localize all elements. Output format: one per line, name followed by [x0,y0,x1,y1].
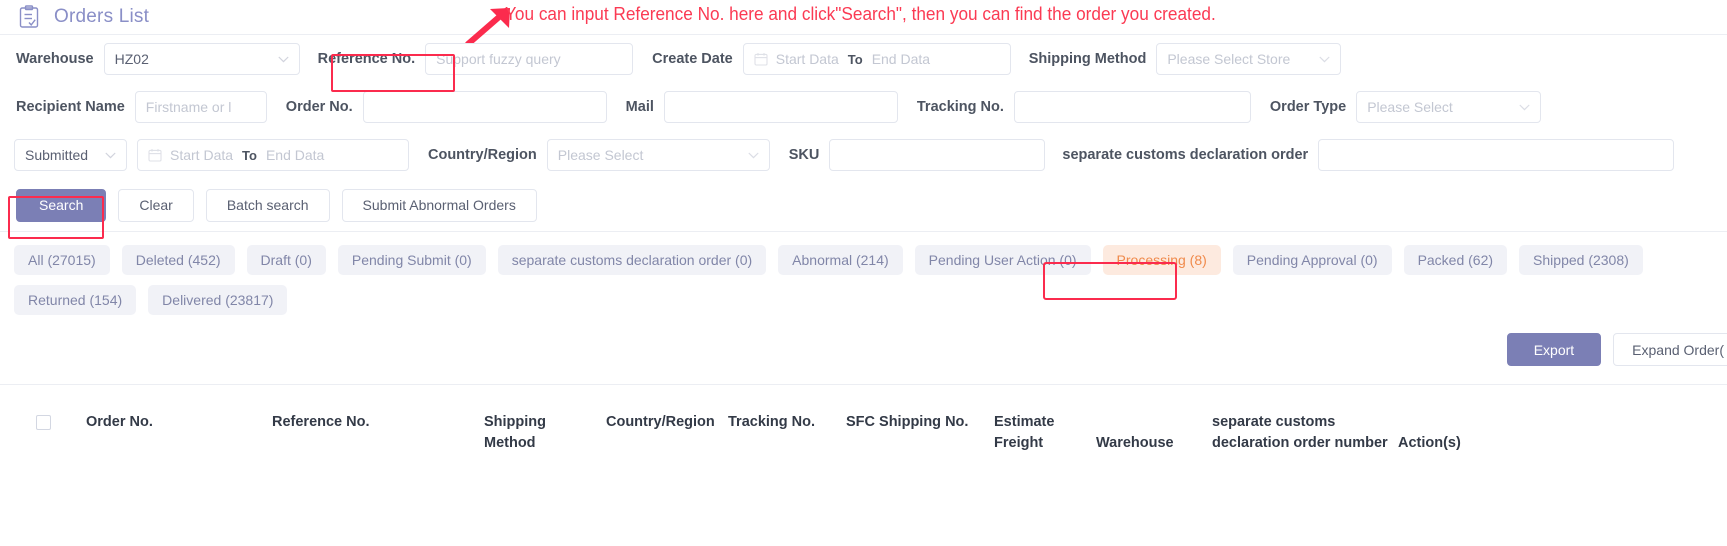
expand-orders-button[interactable]: Expand Order( [1613,333,1727,366]
status-date-range[interactable]: Start Data To End Data [137,139,409,171]
filter-panel: Warehouse HZ02 Reference No. Support fuz… [0,35,1727,231]
chevron-down-icon [105,152,116,158]
shipping-method-label: Shipping Method [1028,51,1147,67]
status-tab[interactable]: All (27015) [14,245,110,275]
status-tab[interactable]: Delivered (23817) [148,285,288,315]
order-type-select[interactable]: Please Select [1356,91,1542,123]
country-region-placeholder: Please Select [557,147,644,163]
warehouse-label: Warehouse [16,51,94,67]
status-tab[interactable]: Pending User Action (0) [914,245,1091,275]
recipient-name-input[interactable]: Firstname or l [134,91,267,123]
status-tab[interactable]: Pending Submit (0) [337,245,486,275]
column-order-no: Order No. [86,414,153,430]
status-date-to-label: To [242,147,257,163]
status-tab[interactable]: separate customs declaration order (0) [497,245,767,275]
calendar-icon [754,53,768,66]
page-title: Orders List [54,6,150,27]
select-all-checkbox[interactable] [35,415,51,430]
customs-declaration-label: separate customs declaration order [1062,147,1309,163]
create-date-to-label: To [847,51,863,67]
reference-no-placeholder: Support fuzzy query [436,51,561,67]
country-region-select[interactable]: Please Select [546,139,770,171]
clipboard-list-icon [18,5,40,29]
filter-row-2: Recipient Name Firstname or l Order No. … [14,83,1713,131]
table-actions: Export Expand Order( [0,323,1727,366]
search-button[interactable]: Search [16,188,107,222]
clear-button[interactable]: Clear [118,188,194,222]
chevron-down-icon [748,152,759,158]
warehouse-select[interactable]: HZ02 [103,43,300,75]
status-date-start-placeholder: Start Data [170,147,234,163]
status-tab[interactable]: Shipped (2308) [1519,245,1643,275]
annotation-text: You can input Reference No. here and cli… [505,3,1216,24]
export-button[interactable]: Export [1506,333,1602,366]
create-date-range[interactable]: Start Data To End Data [742,43,1011,75]
orders-list-page: Orders List You can input Reference No. … [0,0,1727,546]
reference-no-input[interactable]: Support fuzzy query [425,43,634,75]
status-tab[interactable]: Packed (62) [1403,245,1508,275]
sku-label: SKU [788,147,820,163]
create-date-end-placeholder: End Data [871,51,931,67]
status-date-end-placeholder: End Data [265,147,325,163]
batch-search-button[interactable]: Batch search [205,188,330,222]
create-date-start-placeholder: Start Data [775,51,839,67]
tracking-no-input[interactable] [1013,91,1251,123]
column-actions: Action(s) [1398,435,1461,451]
column-sfc-shipping-no: SFC Shipping No. [846,414,969,430]
status-tabs: All (27015) Deleted (452) Draft (0) Pending… [0,232,1727,315]
column-reference-no: Reference No. [272,414,370,430]
recipient-name-placeholder: Firstname or l [145,99,232,115]
status-tab[interactable]: Draft (0) [246,245,326,275]
mail-input[interactable] [663,91,898,123]
table-header: Order No. Reference No. Shipping Method … [0,385,1727,454]
shipping-method-select[interactable]: Please Select Store [1156,43,1342,75]
status-tab[interactable]: Processing (8) [1102,245,1221,275]
calendar-icon [148,149,162,162]
chevron-down-icon [1319,56,1330,62]
filter-actions: Search Clear Batch search Submit Abnorma… [14,179,1713,231]
status-tab[interactable]: Pending Approval (0) [1232,245,1392,275]
submit-abnormal-orders-button[interactable]: Submit Abnormal Orders [341,188,537,222]
order-no-input[interactable] [362,91,607,123]
column-estimate-freight: Estimate Freight [994,414,1055,451]
order-status-value: Submitted [25,147,89,163]
customs-declaration-input[interactable] [1318,139,1675,171]
column-shipping-method: Shipping Method [484,414,547,451]
column-country-region: Country/Region [606,414,715,430]
status-tab[interactable]: Returned (154) [14,285,137,315]
reference-no-label: Reference No. [317,51,416,67]
shipping-method-placeholder: Please Select Store [1167,51,1291,67]
chevron-down-icon [278,56,289,62]
column-customs-declaration-number: separate customs declaration order numbe… [1212,414,1388,451]
status-tab[interactable]: Deleted (452) [121,245,235,275]
recipient-name-label: Recipient Name [16,99,125,115]
order-type-placeholder: Please Select [1367,99,1453,115]
create-date-label: Create Date [652,51,733,67]
order-no-label: Order No. [285,99,353,115]
order-type-label: Order Type [1269,99,1347,115]
sku-input[interactable] [829,139,1046,171]
filter-row-3: Submitted Start Data To End Data Country… [14,131,1713,179]
chevron-down-icon [1519,104,1530,110]
column-warehouse: Warehouse [1096,435,1174,451]
country-region-label: Country/Region [428,147,537,163]
mail-label: Mail [625,99,654,115]
order-status-select[interactable]: Submitted [14,139,127,171]
column-tracking-no: Tracking No. [728,414,816,430]
warehouse-value: HZ02 [114,51,149,67]
filter-row-1: Warehouse HZ02 Reference No. Support fuz… [14,35,1713,83]
tracking-no-label: Tracking No. [916,99,1004,115]
status-tab[interactable]: Abnormal (214) [778,245,903,275]
